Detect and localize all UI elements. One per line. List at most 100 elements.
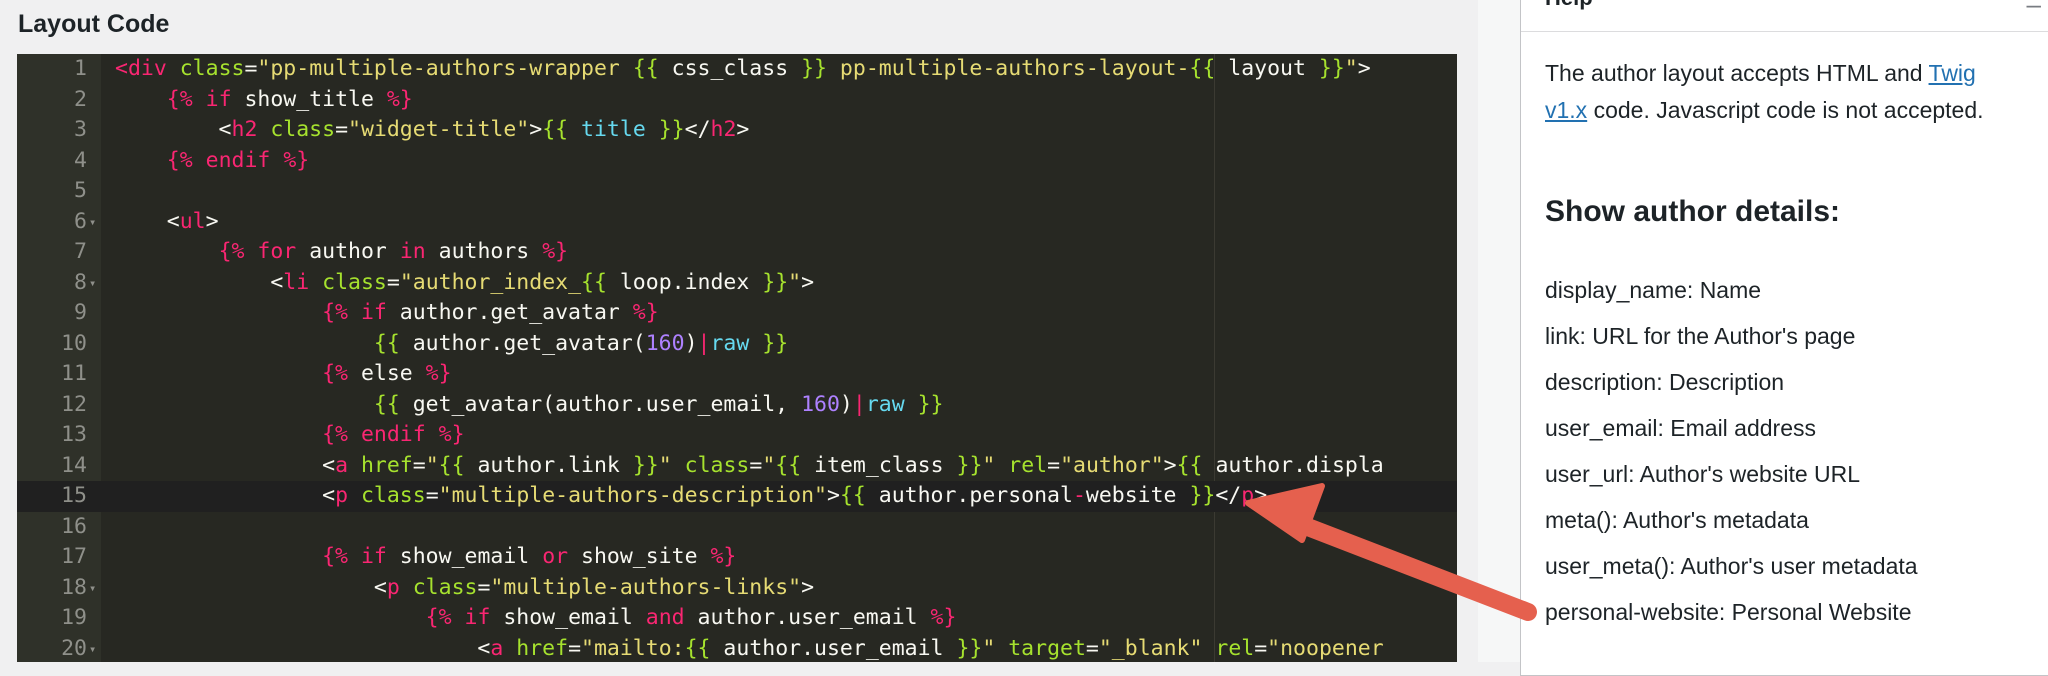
code-token: " [425, 452, 439, 478]
code-line[interactable]: 14 <a href="{{ author.link }}" class="{{… [17, 451, 1457, 482]
code-token: " [762, 452, 776, 478]
code-token: %} [632, 300, 659, 325]
help-intro-text-end: code. Javascript code is not accepted. [1587, 97, 1984, 123]
code-token: "multiple-authors-links" [490, 574, 802, 600]
code-token: < [115, 574, 387, 600]
code-token: else [348, 361, 426, 386]
code-line[interactable]: 16 [17, 512, 1457, 543]
code-token: author.user_email [710, 635, 957, 661]
code-token: | [852, 391, 866, 417]
field-item: user_url: Author's website URL [1545, 461, 1861, 487]
code-token: }} [1189, 483, 1216, 508]
code-token: loop.index [606, 269, 763, 295]
code-text: {% if show_email or show_site %} [115, 542, 736, 573]
code-line[interactable]: 12 {{ get_avatar(author.user_email, 160)… [17, 390, 1457, 421]
code-line[interactable]: 19 {% if show_email and author.user_emai… [17, 603, 1457, 634]
code-lines[interactable]: 1 <div class="pp-multiple-authors-wrapper… [17, 54, 1457, 662]
code-line[interactable]: 6 ▾ <ul> [17, 207, 1457, 238]
fold-toggle-icon[interactable]: ▾ [89, 573, 96, 604]
code-token: = [244, 56, 258, 81]
code-line[interactable]: 15 <p class="multiple-authors-descriptio… [17, 481, 1457, 512]
code-token: = [425, 483, 439, 508]
field-item: display_name: Name [1545, 277, 1762, 303]
code-token: " [788, 269, 802, 295]
code-token: {{ [1189, 56, 1216, 81]
code-token: < [115, 635, 491, 661]
code-editor[interactable]: 1 <div class="pp-multiple-authors-wrapper… [17, 54, 1457, 662]
author-fields-list: display_name: Name link: URL for the Aut… [1545, 274, 1918, 642]
code-text: {% for author in authors %} [115, 237, 569, 268]
code-token: < [115, 269, 284, 295]
code-token: class [360, 483, 426, 508]
code-text: {% if author.get_avatar %} [115, 298, 659, 329]
code-line[interactable]: 5 [17, 176, 1457, 207]
code-token: "multiple-authors-description" [438, 483, 827, 508]
code-line[interactable]: 3 <h2 class="widget-title">{{ title }}</… [17, 115, 1457, 146]
fold-toggle-icon[interactable]: ▾ [89, 268, 96, 299]
code-token: show_email [490, 605, 646, 630]
code-token: {{ [581, 269, 607, 295]
line-number: 14 [61, 452, 87, 478]
line-number: 5 [74, 178, 87, 203]
line-number: 9 [74, 300, 87, 325]
code-token: rel [1215, 635, 1255, 661]
code-line[interactable]: 7 {% for author in authors %} [17, 237, 1457, 268]
code-token: %} [438, 422, 465, 447]
code-line[interactable]: 10 {{ author.get_avatar(160)|raw }} [17, 329, 1457, 360]
code-line[interactable]: 20 ▾ <a href="mailto:{{ author.user_email… [17, 634, 1457, 663]
collapse-icon[interactable]: – [2027, 0, 2041, 20]
code-token: target [1008, 635, 1086, 661]
code-line[interactable]: 13 {% endif %} [17, 420, 1457, 451]
code-token: a [335, 452, 349, 478]
field-item: description: Description [1545, 369, 1785, 395]
code-token: class [684, 452, 750, 478]
code-token: if [360, 300, 387, 325]
line-number: 10 [61, 330, 87, 356]
code-token: "author_index_ [399, 269, 582, 295]
code-line[interactable]: 11 {% else %} [17, 359, 1457, 390]
code-text: <div class="pp-multiple-authors-wrapper … [115, 54, 1371, 85]
help-intro: The author layout accepts HTML and Twig … [1545, 55, 1985, 129]
code-line[interactable]: 9 {% if author.get_avatar %} [17, 298, 1457, 329]
code-token: author.personal [865, 483, 1073, 508]
code-line[interactable]: 8 ▾ <li class="author_index_{{ loop.index… [17, 268, 1457, 299]
code-token: {% [425, 605, 452, 630]
code-line[interactable]: 2 {% if show_title %} [17, 85, 1457, 116]
fold-toggle-icon[interactable]: ▾ [89, 207, 96, 238]
code-token: ) [684, 330, 698, 356]
code-line[interactable]: 17 {% if show_email or show_site %} [17, 542, 1457, 573]
code-token: get_avatar(author.user_email, [399, 391, 802, 417]
code-token: }} [762, 269, 789, 295]
code-line[interactable]: 1 <div class="pp-multiple-authors-wrapper… [17, 54, 1457, 85]
code-text: {{ author.get_avatar(160)|raw }} [115, 329, 788, 360]
code-token: > [1357, 56, 1371, 81]
code-token: class [412, 574, 478, 600]
code-token: show_site [568, 544, 711, 569]
code-token: %} [386, 86, 413, 112]
code-token: }} [1318, 56, 1345, 81]
code-token: layout [1215, 56, 1319, 81]
help-panel-header[interactable]: Help – [1521, 0, 2048, 32]
code-line[interactable]: 4 {% endif %} [17, 146, 1457, 177]
code-token: < [115, 452, 336, 478]
code-token: {{ [684, 635, 711, 661]
code-token: author [296, 239, 400, 264]
line-number: 11 [61, 361, 87, 386]
code-token: authors [425, 239, 543, 264]
fold-toggle-icon[interactable]: ▾ [89, 634, 96, 663]
code-text: {% else %} [115, 359, 451, 390]
code-token: {{ [373, 391, 400, 417]
code-line[interactable]: 18 ▾ <p class="multiple-authors-links"> [17, 573, 1457, 604]
code-token: > [801, 269, 815, 295]
field-item: personal-website: Personal Website [1545, 599, 1912, 625]
